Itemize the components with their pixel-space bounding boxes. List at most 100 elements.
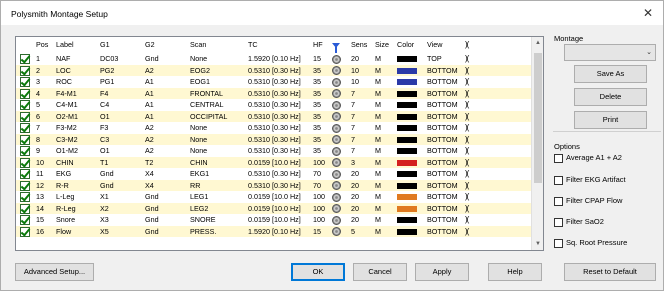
cell-g1[interactable]: Gnd — [98, 168, 143, 180]
cell-view[interactable]: BOTTOM — [425, 64, 463, 76]
cell-ears[interactable]: )( — [463, 133, 496, 145]
cell-sens[interactable]: 20 — [349, 214, 373, 226]
cell-size[interactable]: M — [373, 64, 395, 76]
row-enabled-checkbox[interactable] — [16, 156, 34, 168]
cell-filter[interactable] — [330, 110, 349, 122]
cell-color[interactable] — [395, 122, 425, 134]
table-row[interactable]: 6 O2-M1 O1 A1 OCCIPITAL 0.5310 [0.30 Hz] 35 7 M B… — [16, 110, 532, 122]
cell-color[interactable] — [395, 76, 425, 88]
help-button[interactable]: Help — [488, 263, 542, 281]
cell-sens[interactable]: 20 — [349, 191, 373, 203]
cell-color[interactable] — [395, 168, 425, 180]
cell-label[interactable]: F4-M1 — [54, 87, 98, 99]
table-row[interactable]: 11 EKG Gnd X4 EKG1 0.5310 [0.30 Hz] 70 20 M BOTTO… — [16, 168, 532, 180]
row-enabled-checkbox[interactable] — [16, 168, 34, 180]
cell-label[interactable]: ROC — [54, 76, 98, 88]
table-row[interactable]: 10 CHIN T1 T2 CHIN 0.0159 [10.0 Hz] 100 3 M BOTTO… — [16, 156, 532, 168]
cell-scan[interactable]: CHIN — [188, 156, 246, 168]
table-row[interactable]: 15 Snore X3 Gnd SNORE 0.0159 [10.0 Hz] 100 20 M B… — [16, 214, 532, 226]
table-row[interactable]: 3 ROC PG1 A1 EOG1 0.5310 [0.30 Hz] 35 10 M BOTTOM… — [16, 76, 532, 88]
cell-pos[interactable]: 7 — [34, 122, 54, 134]
row-enabled-checkbox[interactable] — [16, 122, 34, 134]
cell-filter[interactable] — [330, 214, 349, 226]
cell-hf[interactable]: 70 — [311, 179, 330, 191]
table-row[interactable]: 7 F3-M2 F3 A2 None 0.5310 [0.30 Hz] 35 7 M BOTTOM… — [16, 122, 532, 134]
cell-filter[interactable] — [330, 64, 349, 76]
cell-label[interactable]: Flow — [54, 225, 98, 237]
cell-ears[interactable]: )( — [463, 202, 496, 214]
cell-view[interactable]: BOTTOM — [425, 214, 463, 226]
cell-filter[interactable] — [330, 179, 349, 191]
cell-tc[interactable]: 0.0159 [10.0 Hz] — [246, 202, 311, 214]
cell-sens[interactable]: 7 — [349, 110, 373, 122]
cell-g1[interactable]: F3 — [98, 122, 143, 134]
cell-sens[interactable]: 10 — [349, 64, 373, 76]
cell-ears[interactable]: )( — [463, 156, 496, 168]
cell-tc[interactable]: 0.5310 [0.30 Hz] — [246, 133, 311, 145]
cell-hf[interactable]: 15 — [311, 225, 330, 237]
cell-ears[interactable]: )( — [463, 191, 496, 203]
cell-g2[interactable]: A2 — [143, 64, 188, 76]
cell-size[interactable]: M — [373, 168, 395, 180]
cell-view[interactable]: BOTTOM — [425, 133, 463, 145]
cell-size[interactable]: M — [373, 202, 395, 214]
cell-color[interactable] — [395, 87, 425, 99]
cell-view[interactable]: BOTTOM — [425, 87, 463, 99]
cell-sens[interactable]: 20 — [349, 202, 373, 214]
cell-filter[interactable] — [330, 122, 349, 134]
cell-color[interactable] — [395, 110, 425, 122]
cell-label[interactable]: CHIN — [54, 156, 98, 168]
table-row[interactable]: 4 F4-M1 F4 A1 FRONTAL 0.5310 [0.30 Hz] 35 7 M BOT… — [16, 87, 532, 99]
cell-g2[interactable]: A1 — [143, 99, 188, 111]
cell-pos[interactable]: 13 — [34, 191, 54, 203]
cell-view[interactable]: BOTTOM — [425, 110, 463, 122]
cell-scan[interactable]: PRESS. — [188, 225, 246, 237]
cell-sens[interactable]: 20 — [349, 168, 373, 180]
cell-label[interactable]: LOC — [54, 64, 98, 76]
header-size[interactable]: Size — [373, 37, 395, 53]
header-pos[interactable]: Pos — [34, 37, 54, 53]
cell-sens[interactable]: 7 — [349, 122, 373, 134]
cell-hf[interactable]: 35 — [311, 87, 330, 99]
checkbox-icon[interactable] — [554, 196, 563, 206]
cell-g2[interactable]: Gnd — [143, 214, 188, 226]
cell-size[interactable]: M — [373, 225, 395, 237]
cell-view[interactable]: BOTTOM — [425, 202, 463, 214]
cell-g2[interactable]: A2 — [143, 122, 188, 134]
cell-g2[interactable]: A1 — [143, 76, 188, 88]
cell-filter[interactable] — [330, 191, 349, 203]
cell-g1[interactable]: F4 — [98, 87, 143, 99]
cell-pos[interactable]: 8 — [34, 133, 54, 145]
option-filter-cpap[interactable]: Filter CPAP Flow — [554, 195, 622, 207]
cancel-button[interactable]: Cancel — [353, 263, 407, 281]
header-scan[interactable]: Scan — [188, 37, 246, 53]
cell-hf[interactable]: 100 — [311, 214, 330, 226]
cell-color[interactable] — [395, 133, 425, 145]
cell-pos[interactable]: 10 — [34, 156, 54, 168]
cell-filter[interactable] — [330, 53, 349, 65]
cell-tc[interactable]: 0.5310 [0.30 Hz] — [246, 145, 311, 157]
cell-size[interactable]: M — [373, 122, 395, 134]
cell-tc[interactable]: 0.5310 [0.30 Hz] — [246, 168, 311, 180]
cell-pos[interactable]: 11 — [34, 168, 54, 180]
header-tc[interactable]: TC — [246, 37, 311, 53]
cell-hf[interactable]: 35 — [311, 133, 330, 145]
cell-view[interactable]: BOTTOM — [425, 225, 463, 237]
cell-g2[interactable]: X4 — [143, 179, 188, 191]
cell-tc[interactable]: 1.5920 [0.10 Hz] — [246, 53, 311, 65]
cell-ears[interactable]: )( — [463, 225, 496, 237]
header-ears[interactable]: )( — [463, 37, 496, 53]
cell-scan[interactable]: CENTRAL — [188, 99, 246, 111]
cell-size[interactable]: M — [373, 110, 395, 122]
cell-filter[interactable] — [330, 156, 349, 168]
cell-scan[interactable]: EOG1 — [188, 76, 246, 88]
cell-hf[interactable]: 100 — [311, 191, 330, 203]
row-enabled-checkbox[interactable] — [16, 110, 34, 122]
cell-hf[interactable]: 35 — [311, 110, 330, 122]
cell-hf[interactable]: 70 — [311, 168, 330, 180]
cell-g2[interactable]: Gnd — [143, 225, 188, 237]
ok-button[interactable]: OK — [291, 263, 345, 281]
cell-color[interactable] — [395, 225, 425, 237]
cell-g1[interactable]: C3 — [98, 133, 143, 145]
cell-filter[interactable] — [330, 133, 349, 145]
